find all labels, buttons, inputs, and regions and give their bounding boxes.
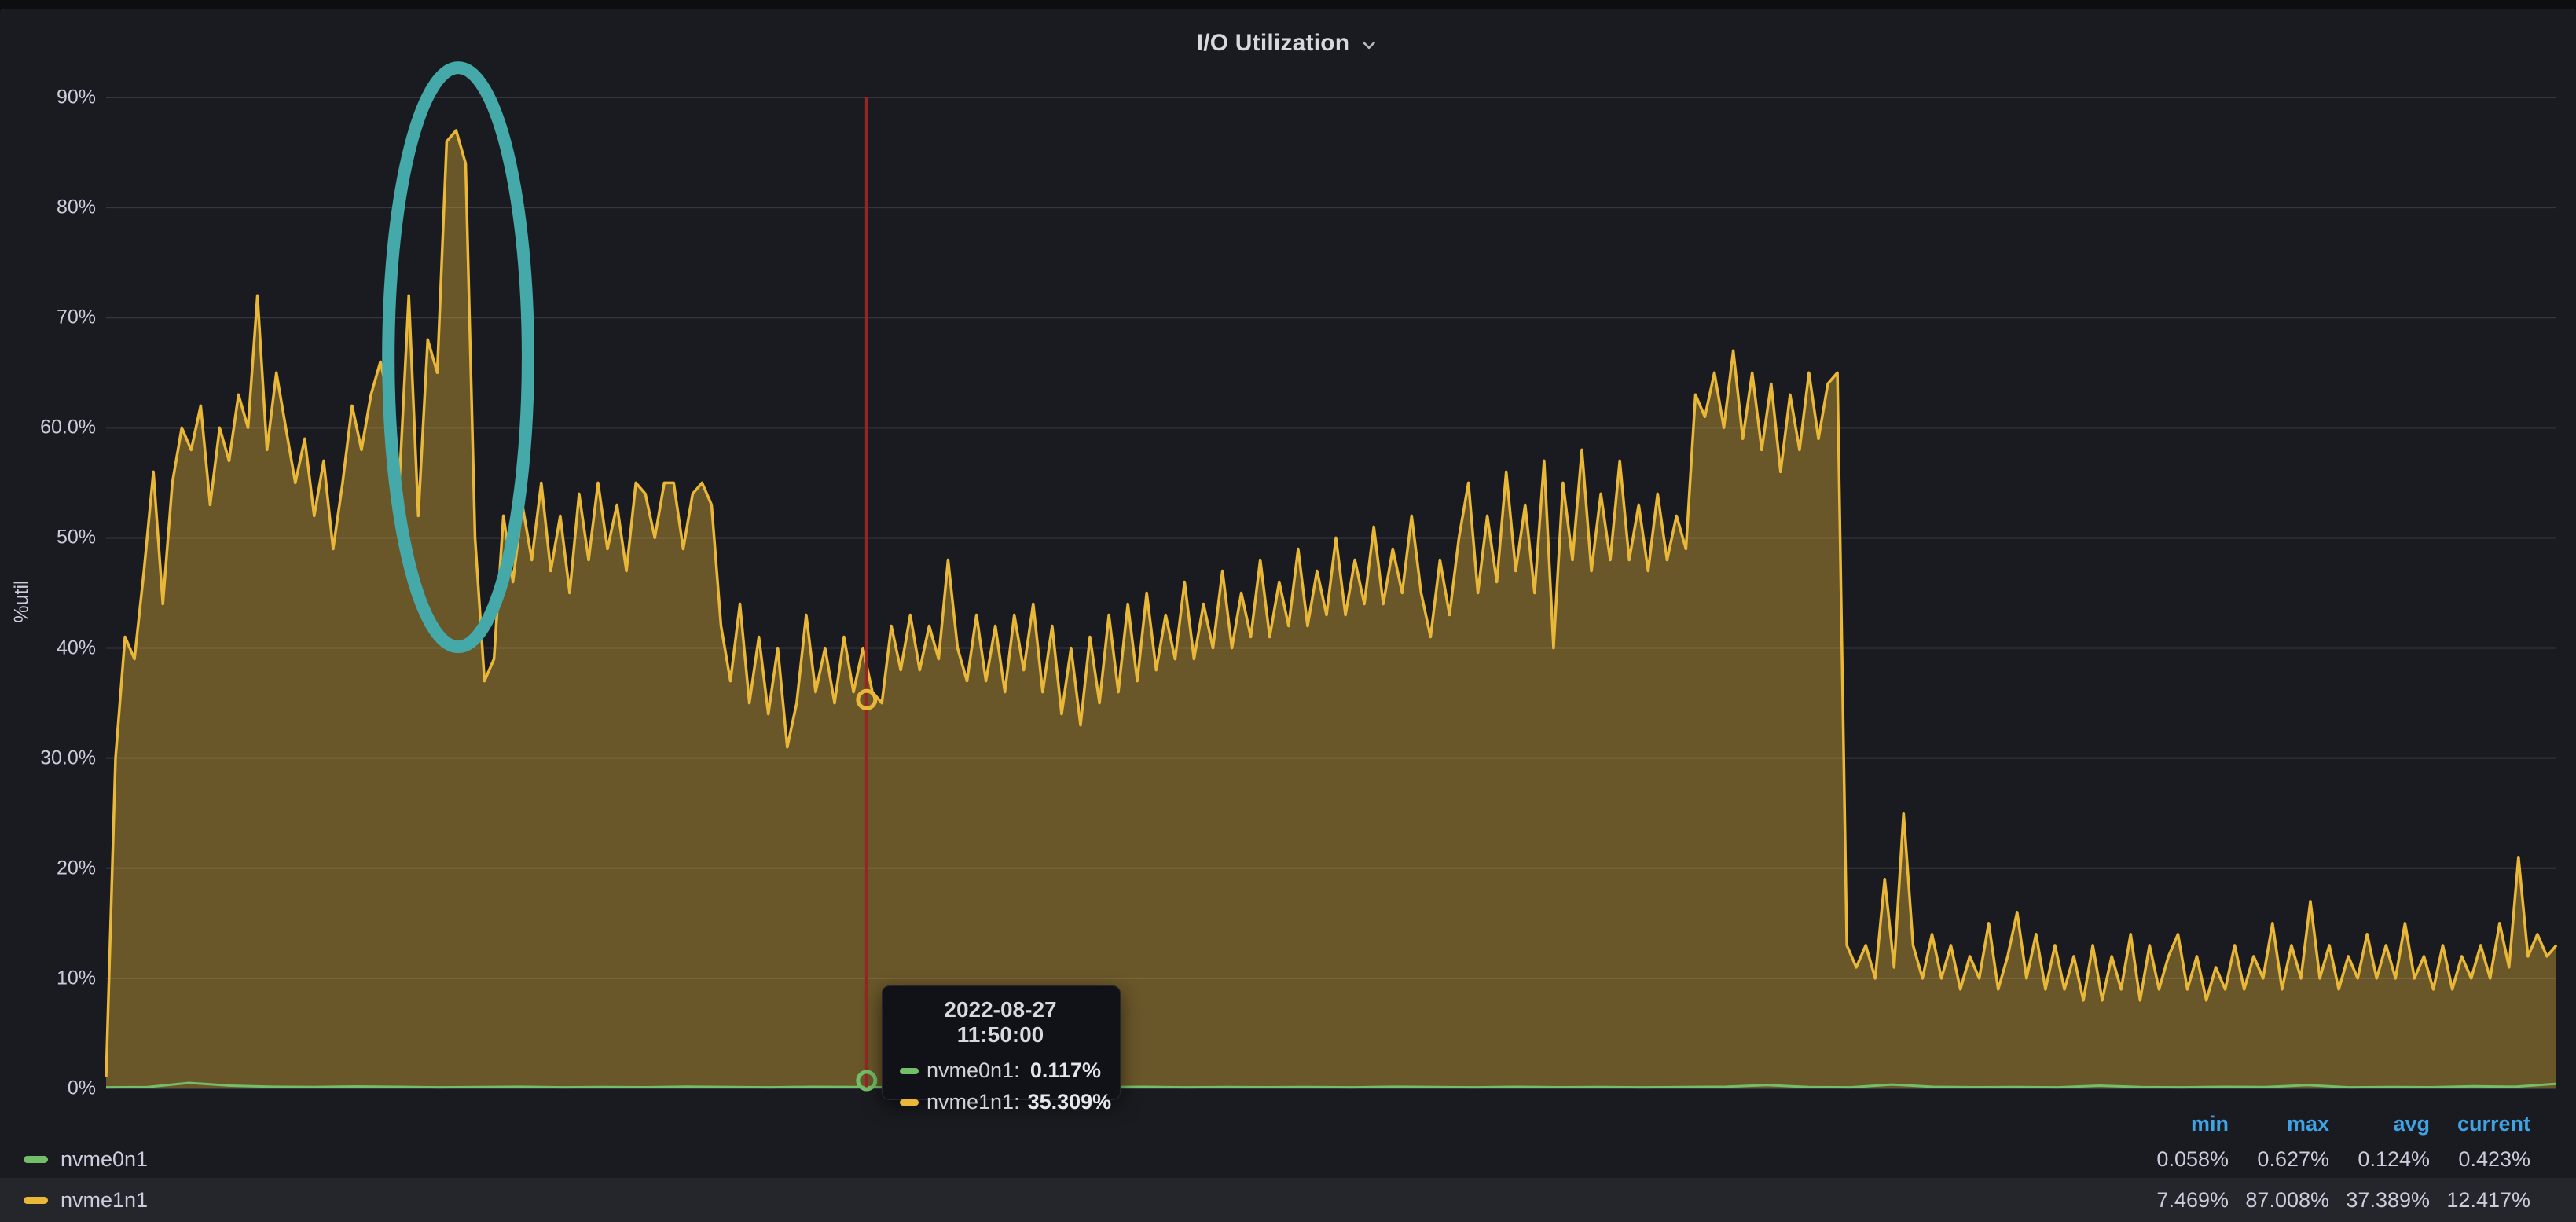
stat-min: 0.058% <box>2128 1147 2229 1172</box>
tooltip-series-value: 0.117% <box>1030 1059 1101 1083</box>
tooltip: 2022-08-27 11:50:00 nvme0n1: 0.117% nvme… <box>882 985 1121 1100</box>
y-axis-label: 80% <box>9 196 96 219</box>
stat-current: 12.417% <box>2430 1188 2530 1213</box>
legend-row-nvme0n1: nvme0n1 0.058% 0.627% 0.124% 0.423% <box>0 1141 2576 1178</box>
tooltip-timestamp: 2022-08-27 11:50:00 <box>900 997 1101 1048</box>
y-axis-label: 50% <box>9 527 96 549</box>
y-axis-label: 40% <box>9 637 96 659</box>
y-axis-label: 60.0% <box>9 417 96 439</box>
legend-row-nvme1n1: nvme1n1 7.469% 87.008% 37.389% 12.417% <box>0 1178 2576 1222</box>
legend-series-name[interactable]: nvme1n1 <box>61 1188 148 1213</box>
stat-header-current[interactable]: current <box>2430 1112 2530 1136</box>
stat-max: 87.008% <box>2229 1188 2329 1213</box>
series-swatch-icon[interactable] <box>24 1197 48 1204</box>
stat-header-avg[interactable]: avg <box>2329 1112 2430 1136</box>
legend-series-name[interactable]: nvme0n1 <box>61 1147 148 1172</box>
legend-stats-header: min max avg current <box>0 1106 2576 1141</box>
stat-avg: 37.389% <box>2329 1188 2430 1213</box>
stat-header-min[interactable]: min <box>2128 1112 2229 1136</box>
nvme1n1-area <box>106 130 2556 1088</box>
tooltip-series-name: nvme0n1: <box>927 1059 1020 1083</box>
tooltip-series-name: nvme1n1: <box>927 1090 1020 1114</box>
stat-min: 7.469% <box>2128 1188 2229 1213</box>
y-axis-label: 70% <box>9 306 96 329</box>
io-utilization-panel: I/O Utilization %util 0%10%20%30.0%40%50… <box>0 9 2576 1212</box>
tooltip-row: nvme1n1: 35.309% <box>900 1090 1101 1114</box>
tooltip-series-value: 35.309% <box>1028 1090 1112 1114</box>
stat-current: 0.423% <box>2430 1147 2530 1172</box>
chart-area[interactable]: %util 0%10%20%30.0%40%50%60.0%70%80%90% <box>0 9 2576 1212</box>
y-axis-label: 20% <box>9 857 96 879</box>
series-swatch-icon <box>900 1099 919 1106</box>
y-axis-label: 90% <box>9 86 96 109</box>
io-utilization-chart[interactable] <box>0 9 2576 1221</box>
y-axis-label: 30.0% <box>9 747 96 769</box>
stat-avg: 0.124% <box>2329 1147 2430 1172</box>
y-axis-label: 10% <box>9 967 96 989</box>
stat-max: 0.627% <box>2229 1147 2329 1172</box>
series-swatch-icon[interactable] <box>24 1156 48 1163</box>
stat-header-max[interactable]: max <box>2229 1112 2329 1136</box>
tooltip-row: nvme0n1: 0.117% <box>900 1059 1101 1083</box>
legend: min max avg current nvme0n1 0.058% 0.627… <box>0 1106 2576 1212</box>
y-axis-label: 0% <box>9 1077 96 1100</box>
series-swatch-icon <box>900 1068 919 1074</box>
